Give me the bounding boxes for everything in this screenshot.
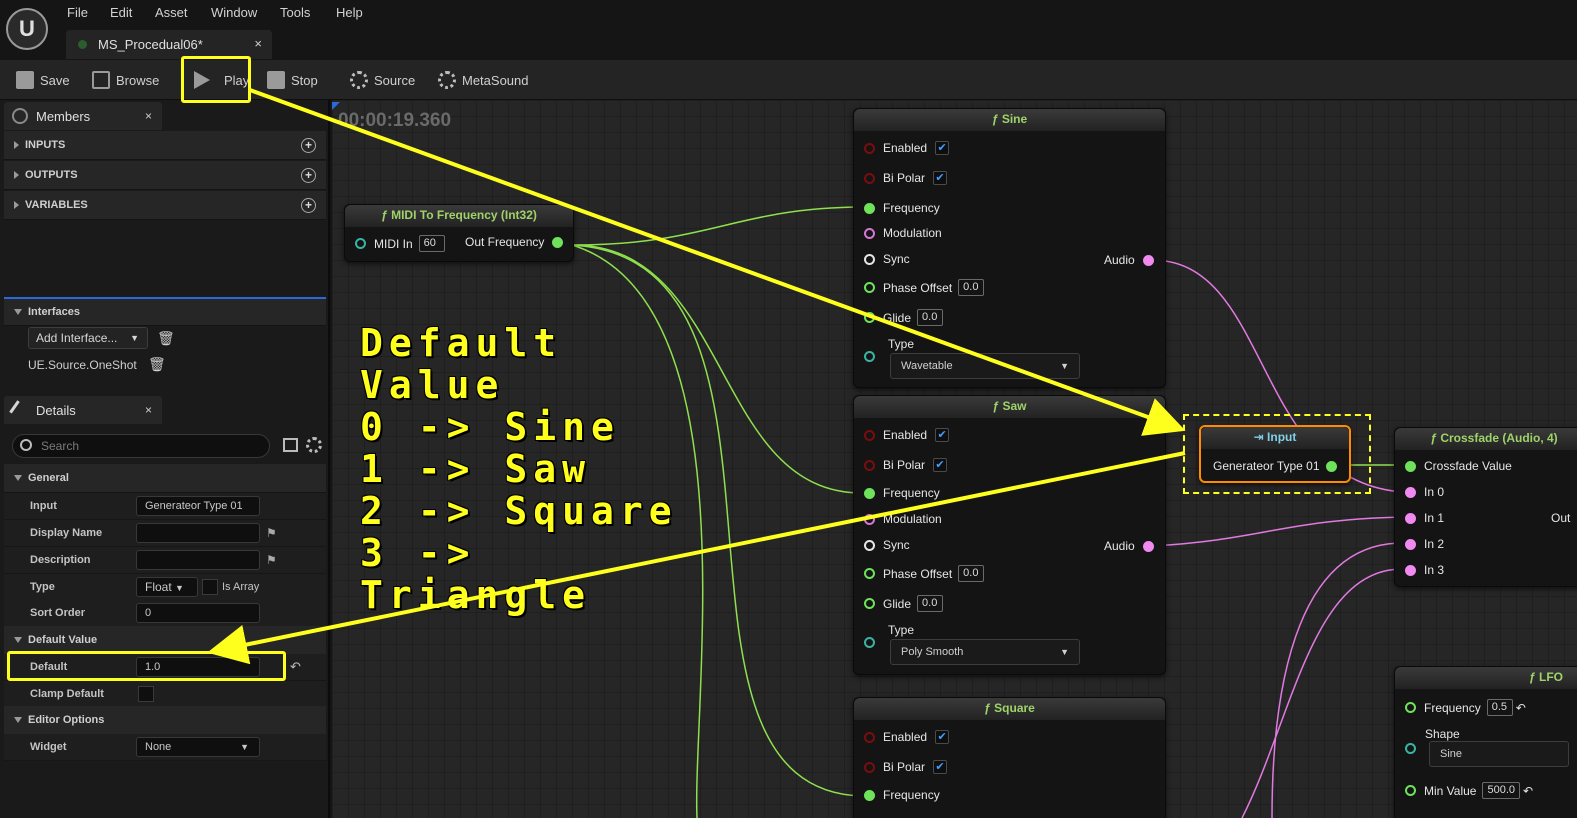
arrow-play-to-input — [249, 88, 1186, 436]
arrow-input-to-default — [207, 451, 1186, 665]
annotation-arrows — [207, 88, 1186, 665]
